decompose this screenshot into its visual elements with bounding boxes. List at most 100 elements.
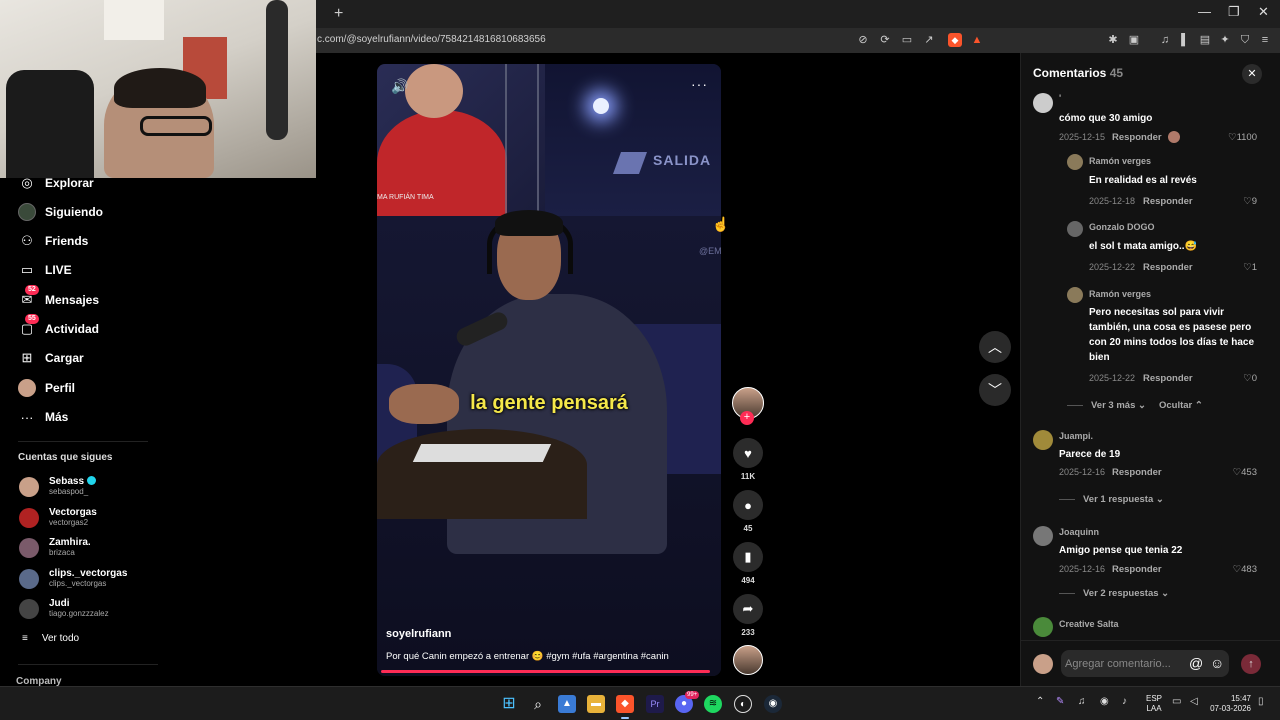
discord-icon[interactable]: ● 99+: [675, 691, 700, 713]
maximize-button[interactable]: ❐: [1228, 4, 1240, 20]
video-more-options-icon[interactable]: ···: [691, 76, 708, 92]
see-all-following[interactable]: ≡ Ver todo: [22, 633, 79, 644]
steam-tray-icon[interactable]: ◉: [1100, 696, 1109, 707]
mention-icon[interactable]: @: [1189, 655, 1203, 671]
reply-button[interactable]: Responder: [1143, 262, 1193, 273]
following-account[interactable]: Judi tiago.gonzzzalez: [19, 598, 109, 619]
volume-icon[interactable]: 🔊: [391, 78, 408, 95]
reply-button[interactable]: Responder: [1143, 373, 1193, 384]
comment-like[interactable]: ♡483: [1217, 564, 1257, 575]
close-comments-button[interactable]: ✕: [1242, 64, 1262, 84]
network-icon[interactable]: ▭: [1172, 696, 1181, 707]
see-more-replies-button[interactable]: Ver 3 más ⌄: [1067, 400, 1146, 411]
comment-like[interactable]: ♡1100: [1217, 132, 1257, 143]
avatar[interactable]: [1067, 221, 1083, 237]
following-account[interactable]: Sebass sebaspod_: [19, 476, 97, 497]
minimize-button[interactable]: —: [1198, 4, 1211, 19]
video-author[interactable]: soyelrufiann: [386, 628, 451, 640]
comment-user[interactable]: Ramón verges: [1089, 289, 1151, 299]
music-disc-button[interactable]: [732, 645, 764, 675]
reply-button[interactable]: Responder: [1143, 196, 1193, 207]
leo-ai-icon[interactable]: ✦: [1218, 33, 1232, 47]
comment-like[interactable]: ♡9: [1217, 196, 1257, 207]
comment-like[interactable]: ♡1: [1217, 262, 1257, 273]
nav-explorar[interactable]: ◎ Explorar: [18, 172, 93, 194]
url-text[interactable]: c.com/@soyelrufiann/video/75842148168106…: [317, 34, 546, 45]
nav-siguiendo[interactable]: Siguiendo: [18, 201, 103, 223]
hide-replies-button[interactable]: Ocultar ⌃: [1159, 400, 1203, 411]
nav-friends[interactable]: ⚇ Friends: [18, 230, 88, 252]
search-icon[interactable]: ⌕: [529, 695, 547, 713]
comment-button[interactable]: ● 45: [732, 490, 764, 533]
avatar[interactable]: [1067, 154, 1083, 170]
wallet-icon[interactable]: ▤: [1198, 33, 1212, 47]
video-progress-bar[interactable]: [381, 670, 711, 673]
language-indicator[interactable]: ESP LAA: [1146, 694, 1162, 714]
brave-shields-icon[interactable]: ◆: [948, 33, 962, 47]
following-account[interactable]: clips._vectorgas clips._vectorgas: [19, 568, 127, 589]
comment-user[interactable]: Joaquinn: [1059, 527, 1099, 537]
steam-icon[interactable]: ◉: [764, 695, 782, 713]
follow-plus-icon[interactable]: +: [740, 411, 754, 425]
nav-cargar[interactable]: ⊞ Cargar: [18, 347, 84, 369]
share-icon[interactable]: ↗: [922, 33, 936, 47]
comment-user[interactable]: ': [1059, 93, 1061, 103]
spotify-icon[interactable]: ≋: [704, 695, 722, 713]
send-icon[interactable]: ↑: [1241, 654, 1261, 674]
comment-user[interactable]: Creative Salta: [1059, 619, 1119, 629]
screenshot-icon[interactable]: ▣: [1127, 33, 1141, 47]
tray-app-icon[interactable]: ✎: [1056, 696, 1064, 707]
comment-user[interactable]: Juampi.: [1059, 431, 1093, 441]
tray-overflow-icon[interactable]: ⌃: [1036, 696, 1044, 707]
extensions-icon[interactable]: ✱: [1106, 33, 1120, 47]
comment-like[interactable]: ♡453: [1217, 467, 1257, 478]
comment-input[interactable]: [1061, 650, 1229, 677]
volume-tray-icon[interactable]: ◁: [1190, 696, 1198, 707]
media-icon[interactable]: ♫: [1158, 33, 1172, 47]
see-replies-button[interactable]: Ver 2 respuestas ⌄: [1059, 588, 1169, 599]
menu-icon[interactable]: ≡: [1258, 33, 1272, 47]
video-player[interactable]: MA RUFIÁN TIMA SALIDA @EM la gente pensa…: [377, 64, 721, 676]
nav-perfil[interactable]: Perfil: [18, 377, 75, 399]
comment-user[interactable]: Ramón verges: [1089, 156, 1151, 166]
nav-actividad[interactable]: ▢ 55 Actividad: [18, 314, 99, 340]
vpn-icon[interactable]: ⛉: [1238, 33, 1252, 47]
following-account[interactable]: Zamhira. brizaca: [19, 537, 91, 558]
previous-video-button[interactable]: ︿: [979, 331, 1011, 363]
avatar[interactable]: [1033, 430, 1053, 450]
nav-live[interactable]: ▭ LIVE: [18, 259, 72, 281]
avatar[interactable]: [1067, 287, 1083, 303]
reply-button[interactable]: Responder: [1112, 132, 1162, 143]
translate-icon[interactable]: ⟳: [878, 33, 892, 47]
microphone-icon[interactable]: ♪: [1122, 696, 1127, 707]
file-explorer-icon[interactable]: ▬: [587, 695, 605, 713]
reply-button[interactable]: Responder: [1112, 467, 1162, 478]
save-button[interactable]: ▮ 494: [732, 542, 764, 585]
author-avatar-button[interactable]: +: [732, 387, 764, 425]
emoji-icon[interactable]: ☺: [1210, 655, 1224, 671]
headphones-icon[interactable]: ♫: [1078, 696, 1086, 707]
comment-like[interactable]: ♡0: [1217, 373, 1257, 384]
brave-browser-icon[interactable]: ◆: [616, 695, 634, 713]
new-tab-button[interactable]: +: [334, 5, 343, 23]
notifications-icon[interactable]: ▯: [1258, 696, 1264, 707]
nav-mas[interactable]: ··· Más: [18, 406, 69, 428]
sidebar-icon[interactable]: ▌: [1178, 33, 1192, 47]
avatar[interactable]: [1033, 617, 1053, 637]
reply-button[interactable]: Responder: [1112, 564, 1162, 575]
brave-rewards-icon[interactable]: ▲: [970, 33, 984, 47]
premiere-pro-icon[interactable]: Pr: [646, 695, 664, 713]
avatar[interactable]: [1033, 526, 1053, 546]
following-account[interactable]: Vectorgas vectorgas2: [19, 507, 97, 528]
avatar[interactable]: [1033, 93, 1053, 113]
windows-start-icon[interactable]: ⊞: [500, 695, 518, 713]
reader-off-icon[interactable]: ⊘: [856, 33, 870, 47]
share-button[interactable]: ➦ 233: [732, 594, 764, 637]
cast-icon[interactable]: ▭: [900, 33, 914, 47]
comment-user[interactable]: Gonzalo DOGO: [1089, 222, 1155, 232]
nav-mensajes[interactable]: ✉ 52 Mensajes: [18, 285, 99, 311]
see-replies-button[interactable]: Ver 1 respuesta ⌄: [1059, 494, 1164, 505]
clock[interactable]: 15:47 07-03-2026: [1207, 694, 1251, 714]
close-window-button[interactable]: ✕: [1258, 4, 1269, 20]
next-video-button[interactable]: ﹀: [979, 374, 1011, 406]
